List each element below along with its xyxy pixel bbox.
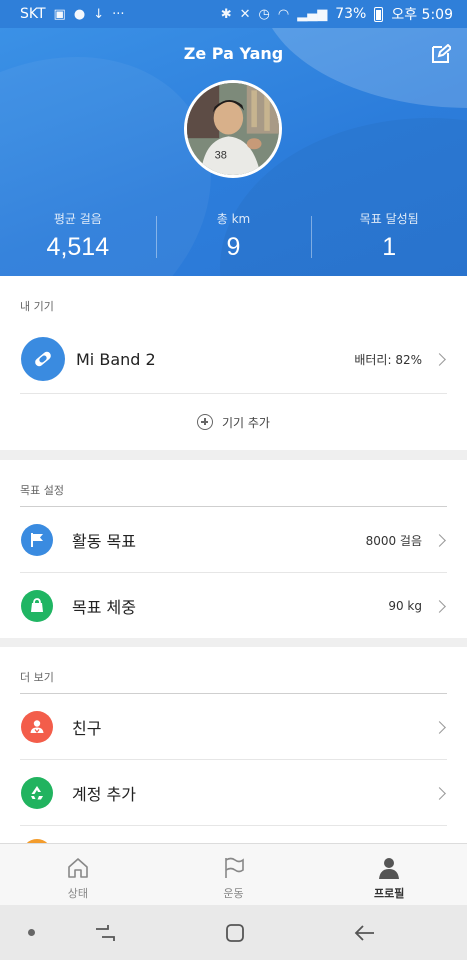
add-device-label: 기기 추가 (222, 415, 270, 430)
device-row-mi-band[interactable]: Mi Band 2 배터리: 82% (0, 326, 467, 392)
goal-row-weight[interactable]: 목표 체중 90 kg (0, 573, 467, 639)
home-icon (68, 858, 88, 878)
wifi-icon: ◠ (277, 6, 290, 22)
friends-icon (21, 711, 53, 743)
device-name: Mi Band 2 (76, 349, 156, 369)
chevron-right-icon (433, 533, 446, 547)
chevron-right-icon (433, 599, 446, 613)
chevron-right-icon (433, 786, 446, 800)
carrier-label: SKT (20, 6, 46, 22)
bottom-tab-bar: 상태 운동 프로필 (0, 843, 467, 905)
recycle-icon (21, 777, 53, 809)
status-left: SKT ▣ ● ↓ ··· (20, 6, 125, 22)
stat-total-km: 총 km 9 (155, 206, 312, 266)
stat-label: 목표 달성됨 (359, 212, 419, 226)
goal-label: 목표 체중 (72, 598, 136, 617)
bluetooth-icon: ✱ (220, 6, 232, 22)
overflow-icon: ··· (112, 6, 125, 22)
stat-value: 9 (226, 233, 241, 261)
more-label: 친구 (72, 719, 102, 738)
band-icon (21, 337, 65, 381)
tab-profile[interactable]: 프로필 (311, 844, 467, 905)
section-title: 내 기기 (20, 300, 54, 313)
more-section: 더 보기 친구 계정 추가 (0, 647, 467, 843)
person-icon (379, 858, 400, 879)
alarm-icon: ◷ (258, 6, 270, 22)
gallery-icon: ▣ (53, 6, 66, 22)
stat-label: 평균 걸음 (53, 212, 102, 226)
status-right: ✱ ✕ ◷ ◠ ▂▄▆ 73% 오후 5:09 (221, 4, 453, 24)
goals-section: 목표 설정 활동 목표 8000 걸음 목표 체중 90 kg (0, 460, 467, 638)
tab-workout[interactable]: 운동 (156, 844, 312, 905)
goal-value: 8000 걸음 (365, 533, 422, 548)
more-label: 계정 추가 (72, 785, 136, 804)
device-battery: 배터리: 82% (354, 352, 422, 367)
battery-percent: 73% (335, 6, 367, 22)
talk-icon: ● (73, 6, 86, 22)
stat-goals-achieved: 목표 달성됨 1 (311, 206, 467, 266)
svg-text:38: 38 (215, 149, 227, 161)
stat-label: 총 km (216, 212, 251, 226)
flag-icon (21, 524, 53, 556)
mute-icon: ✕ (239, 6, 251, 22)
chevron-right-icon (433, 720, 446, 734)
goal-value: 90 kg (388, 599, 422, 613)
home-button-icon[interactable] (216, 905, 254, 960)
my-devices-section: 내 기기 Mi Band 2 배터리: 82% 기기 추가 (0, 276, 467, 450)
tab-status[interactable]: 상태 (0, 844, 156, 905)
profile-header: Ze Pa Yang 38 평균 걸음 4,514 총 km 9 목표 달성됨 … (0, 28, 467, 276)
tab-label: 운동 (223, 887, 244, 900)
more-row-add-account[interactable]: 계정 추가 (0, 760, 467, 826)
avatar-photo: 38 (187, 83, 279, 175)
stats-row: 평균 걸음 4,514 총 km 9 목표 달성됨 1 (0, 206, 467, 266)
section-title: 목표 설정 (20, 484, 64, 497)
section-title: 더 보기 (20, 671, 54, 684)
header-decoration (260, 28, 467, 108)
tab-label: 상태 (67, 887, 88, 900)
stat-value: 4,514 (46, 233, 110, 261)
nav-dot-icon[interactable] (18, 905, 44, 960)
profile-name: Ze Pa Yang (183, 44, 284, 63)
signal-icon: ▂▄▆ (297, 6, 328, 22)
stat-value: 1 (382, 233, 397, 261)
flag-outline-icon (224, 857, 244, 878)
edit-icon[interactable] (431, 44, 451, 64)
goal-label: 활동 목표 (72, 532, 136, 551)
divider (20, 825, 447, 826)
system-nav-bar (0, 905, 467, 960)
stat-avg-steps: 평균 걸음 4,514 (0, 206, 156, 266)
status-bar: SKT ▣ ● ↓ ··· ✱ ✕ ◷ ◠ ▂▄▆ 73% 오후 5:09 (0, 0, 467, 28)
recent-apps-icon[interactable] (88, 905, 122, 960)
add-device-button[interactable]: 기기 추가 (0, 394, 467, 450)
avatar[interactable]: 38 (184, 80, 282, 178)
battery-icon (374, 6, 384, 22)
weight-icon (21, 590, 53, 622)
back-icon[interactable] (346, 905, 384, 960)
clock: 오후 5:09 (391, 7, 453, 23)
tab-label: 프로필 (373, 887, 405, 900)
download-icon: ↓ (93, 6, 105, 22)
more-row-friends[interactable]: 친구 (0, 694, 467, 760)
chevron-right-icon (433, 352, 446, 366)
add-circle-icon (197, 414, 213, 430)
goal-row-activity[interactable]: 활동 목표 8000 걸음 (0, 507, 467, 573)
